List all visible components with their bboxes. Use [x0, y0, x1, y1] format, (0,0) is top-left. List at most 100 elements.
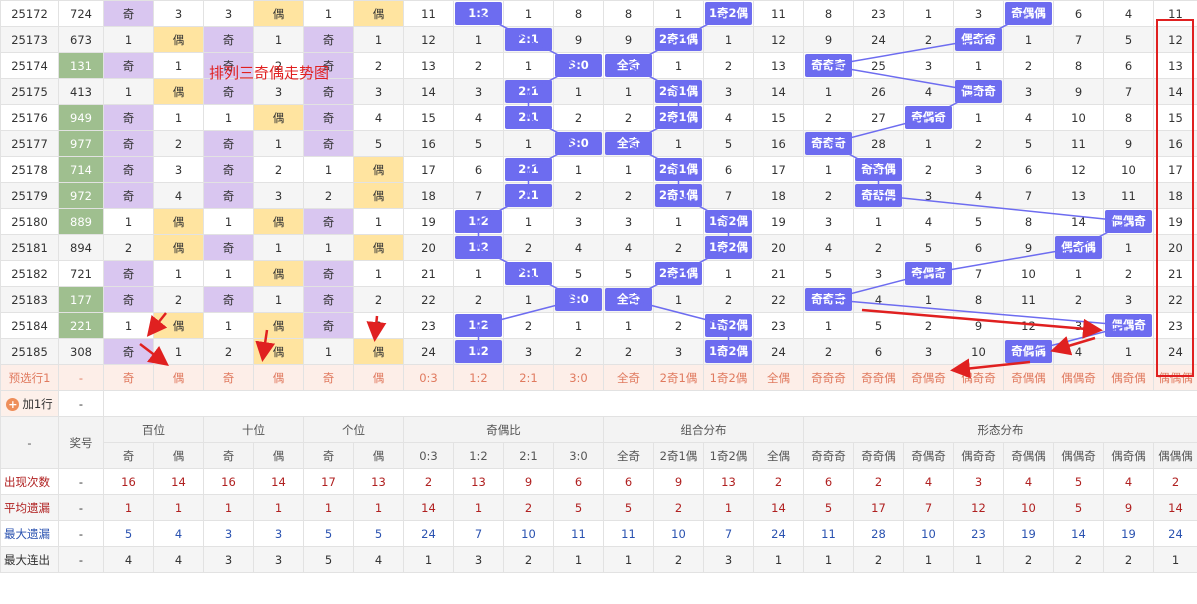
data-cell: 1 — [253, 130, 304, 157]
data-cell: 偶 — [353, 182, 404, 209]
data-cell: 奇奇奇 — [803, 130, 854, 157]
hit-ball: 2:1 — [505, 184, 552, 207]
predict-cell[interactable]: 奇奇偶 — [853, 364, 904, 391]
data-cell: 2 — [103, 234, 154, 261]
stat-value: 24 — [753, 520, 804, 547]
data-cell: 奇 — [303, 286, 354, 313]
data-cell: 18 — [403, 182, 454, 209]
predict-cell[interactable]: 偶奇偶 — [1103, 364, 1154, 391]
predict-cell[interactable]: 偶 — [153, 364, 204, 391]
predict-cell[interactable]: 偶偶奇 — [1053, 364, 1104, 391]
data-cell: 偶 — [353, 0, 404, 27]
stat-value: 3 — [253, 520, 304, 547]
data-cell: 6 — [953, 234, 1004, 261]
data-cell: 1 — [953, 104, 1004, 131]
draw-row: 25182 721 奇 1 1 偶奇 1 21 1 2:1 5 5 2奇1偶 1 21 5 3 奇偶奇 7 10 1 2 2… — [0, 260, 1197, 287]
data-cell: 偶 — [253, 338, 304, 365]
data-cell: 2 — [1003, 52, 1054, 79]
stat-value: 6 — [803, 468, 854, 495]
data-cell: 3 — [253, 182, 304, 209]
data-cell: 1 — [503, 208, 554, 235]
data-cell: 2:1 — [503, 26, 554, 53]
stat-value: 12 — [953, 494, 1004, 521]
header-sub: 2奇1偶 — [653, 442, 704, 469]
header-sub: 全偶 — [753, 442, 804, 469]
header-group: 百位 — [103, 416, 204, 443]
data-cell: 10 — [953, 338, 1004, 365]
header-prize: 奖号 — [58, 416, 104, 469]
data-cell: 1 — [353, 26, 404, 53]
data-cell: 奇 — [103, 52, 154, 79]
data-cell: 1 — [653, 130, 704, 157]
predict-cell[interactable]: 1奇2偶 — [703, 364, 754, 391]
data-cell: 7 — [453, 182, 504, 209]
stat-label: 平均遗漏 — [0, 494, 59, 521]
data-cell: 19 — [753, 208, 804, 235]
predict-cell[interactable]: 0:3 — [403, 364, 454, 391]
data-cell: 奇偶奇 — [903, 260, 954, 287]
stat-value: 3 — [203, 546, 254, 573]
data-cell: 11 — [1003, 286, 1054, 313]
header-sub: 偶奇奇 — [953, 442, 1004, 469]
stat-value: 10 — [1003, 494, 1054, 521]
data-cell: 8 — [803, 0, 854, 27]
stat-value: 1 — [1153, 546, 1197, 573]
draw-row: 25177 977 奇 2 奇 1 奇 5 16 5 1 3:0 全奇 1 5 16 奇奇奇 28 1 2 5 11 9 16 — [0, 130, 1197, 157]
prize-number: 972 — [58, 182, 104, 209]
draw-row: 25175 413 1 偶奇 3 奇 3 14 3 2:1 1 1 2奇1偶 3 14 1 26 4 偶奇奇 3 9 7 1… — [0, 78, 1197, 105]
data-cell: 1 — [553, 312, 604, 339]
data-cell: 2 — [1053, 286, 1104, 313]
data-cell: 9 — [1053, 78, 1104, 105]
add-row-area[interactable] — [103, 390, 1197, 417]
data-cell: 2 — [1103, 260, 1154, 287]
stat-value: 19 — [1103, 520, 1154, 547]
predict-cell[interactable]: 3:0 — [553, 364, 604, 391]
data-cell: 1 — [503, 286, 554, 313]
predict-cell[interactable]: 偶奇奇 — [953, 364, 1004, 391]
data-cell: 1 — [353, 260, 404, 287]
header-sub: 偶奇偶 — [1103, 442, 1154, 469]
data-cell: 3 — [153, 156, 204, 183]
data-cell: 1 — [303, 338, 354, 365]
predict-cell[interactable]: 偶 — [253, 364, 304, 391]
stat-value: 4 — [353, 546, 404, 573]
data-cell: 1 — [953, 52, 1004, 79]
predict-cell[interactable]: 奇 — [103, 364, 154, 391]
data-cell: 2 — [353, 52, 404, 79]
predict-cell[interactable]: 2奇1偶 — [653, 364, 704, 391]
predict-prize: - — [58, 364, 104, 391]
predict-cell[interactable]: 奇偶奇 — [903, 364, 954, 391]
stat-value: 9 — [503, 468, 554, 495]
predict-row[interactable]: 预选行1- 奇偶奇偶奇偶 0:3 1:2 2:1 3:0 全奇 2奇1偶 1奇2偶 全偶 奇奇奇 奇奇… — [0, 364, 1197, 391]
data-cell: 1 — [1053, 260, 1104, 287]
predict-cell[interactable]: 全奇 — [603, 364, 654, 391]
stat-value: 14 — [403, 494, 454, 521]
data-cell: 1 — [503, 52, 554, 79]
data-cell: 1 — [103, 78, 154, 105]
draw-row: 25181 894 2 偶奇 1 1 偶 20 1:2 2 4 4 2 1奇2偶 20 4 2 5 6 9 偶奇偶 1 20 — [0, 234, 1197, 261]
data-cell: 2 — [253, 156, 304, 183]
predict-cell[interactable]: 偶 — [353, 364, 404, 391]
predict-cell[interactable]: 2:1 — [503, 364, 554, 391]
hit-ball: 1奇2偶 — [705, 2, 752, 25]
predict-cell[interactable]: 奇奇奇 — [803, 364, 854, 391]
add-row-button[interactable]: + 加1行 — [0, 390, 59, 417]
plus-icon[interactable]: + — [6, 397, 20, 411]
predict-cell[interactable]: 奇 — [203, 364, 254, 391]
predict-cell[interactable]: 1:2 — [453, 364, 504, 391]
data-cell: 1 — [703, 26, 754, 53]
data-cell: 2 — [703, 52, 754, 79]
data-cell: 11 — [403, 0, 454, 27]
data-cell: 14 — [403, 78, 454, 105]
predict-cell[interactable]: 奇偶偶 — [1003, 364, 1054, 391]
stat-value: 6 — [553, 468, 604, 495]
predict-cell[interactable]: 全偶 — [753, 364, 804, 391]
data-cell: 1 — [603, 78, 654, 105]
data-cell: 14 — [1053, 208, 1104, 235]
data-cell: 全奇 — [603, 52, 654, 79]
data-cell: 2 — [603, 182, 654, 209]
predict-cell[interactable]: 奇 — [303, 364, 354, 391]
hit-ball: 3:0 — [555, 288, 602, 311]
data-cell: 4 — [353, 104, 404, 131]
stat-value: 1 — [753, 546, 804, 573]
